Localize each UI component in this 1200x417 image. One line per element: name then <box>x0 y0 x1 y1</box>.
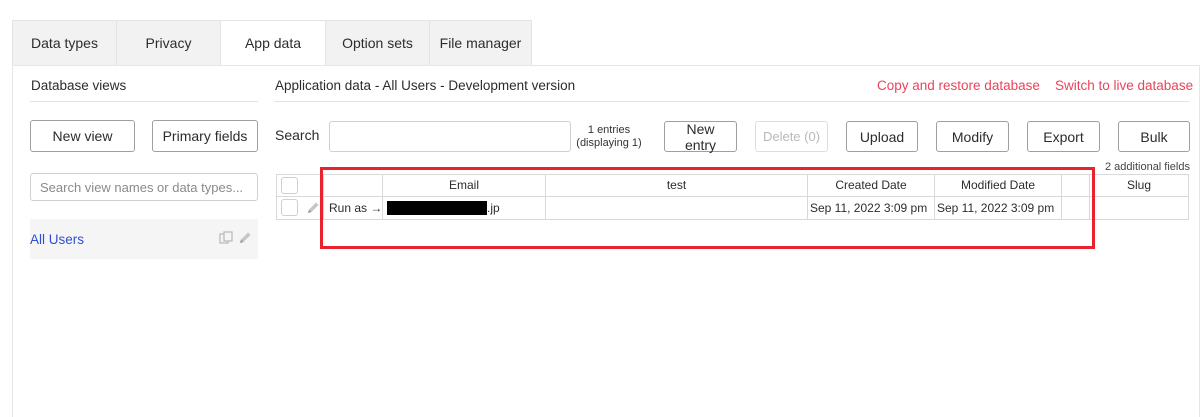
search-input[interactable] <box>329 121 571 152</box>
email-cell: .jp <box>383 197 546 219</box>
email-suffix: .jp <box>487 201 500 215</box>
header-modified-date[interactable]: Modified Date <box>935 174 1062 196</box>
search-views-input[interactable] <box>30 173 258 201</box>
select-all-checkbox[interactable] <box>281 177 298 194</box>
modified-date-cell: Sep 11, 2022 3:09 pm <box>935 197 1062 219</box>
row-select-cell <box>276 197 324 219</box>
header-slug[interactable]: Slug <box>1090 174 1189 196</box>
modify-button[interactable]: Modify <box>936 121 1009 152</box>
tab-file-manager[interactable]: File manager <box>429 20 532 66</box>
header-select-cell <box>276 174 324 196</box>
test-cell <box>546 197 808 219</box>
created-date-cell: Sep 11, 2022 3:09 pm <box>808 197 935 219</box>
header-run-as-cell <box>324 174 383 196</box>
data-table: Email test Created Date Modified Date Sl… <box>276 174 1189 220</box>
tab-bar: Data types Privacy App data Option sets … <box>12 20 532 66</box>
header-divider <box>274 101 1189 102</box>
edit-row-pencil-icon[interactable] <box>305 200 321 219</box>
additional-fields-note: 2 additional fields <box>1104 161 1190 173</box>
bulk-button[interactable]: Bulk <box>1118 121 1190 152</box>
entries-total: 1 entries <box>587 124 631 136</box>
entries-count: 1 entries (displaying 1) <box>572 124 646 150</box>
run-as-link[interactable]: Run as → <box>324 197 383 219</box>
new-entry-button[interactable]: New entry <box>664 121 737 153</box>
delete-button[interactable]: Delete (0) <box>755 121 828 152</box>
export-button[interactable]: Export <box>1027 121 1100 152</box>
row-checkbox[interactable] <box>281 199 298 216</box>
copy-icon[interactable] <box>218 230 234 251</box>
page-title: Application data - All Users - Developme… <box>275 78 576 93</box>
header-extra[interactable] <box>1062 174 1090 196</box>
entries-displaying: (displaying 1) <box>576 137 642 149</box>
view-item-actions <box>218 230 253 251</box>
search-label: Search <box>275 127 320 143</box>
header-email[interactable]: Email <box>383 174 546 196</box>
header-test[interactable]: test <box>546 174 808 196</box>
upload-button[interactable]: Upload <box>846 121 918 152</box>
slug-cell <box>1090 197 1189 219</box>
tab-app-data[interactable]: App data <box>220 20 325 66</box>
content-frame-left <box>12 66 13 417</box>
redacted-email <box>387 201 487 215</box>
switch-live-link[interactable]: Switch to live database <box>1055 78 1193 93</box>
table-border-bottom <box>276 219 1189 220</box>
header-created-date[interactable]: Created Date <box>808 174 935 196</box>
primary-fields-button[interactable]: Primary fields <box>152 120 258 152</box>
tab-privacy[interactable]: Privacy <box>116 20 220 66</box>
view-item-all-users[interactable]: All Users <box>30 219 258 259</box>
tab-divider <box>12 65 1200 66</box>
tab-option-sets[interactable]: Option sets <box>325 20 429 66</box>
database-views-title: Database views <box>31 78 127 93</box>
pencil-icon[interactable] <box>237 230 253 251</box>
copy-restore-link[interactable]: Copy and restore database <box>877 78 1040 93</box>
view-item-label: All Users <box>30 232 85 247</box>
extra-cell <box>1062 197 1090 219</box>
new-view-button[interactable]: New view <box>30 120 135 152</box>
tab-data-types[interactable]: Data types <box>12 20 116 66</box>
left-divider <box>30 101 258 102</box>
